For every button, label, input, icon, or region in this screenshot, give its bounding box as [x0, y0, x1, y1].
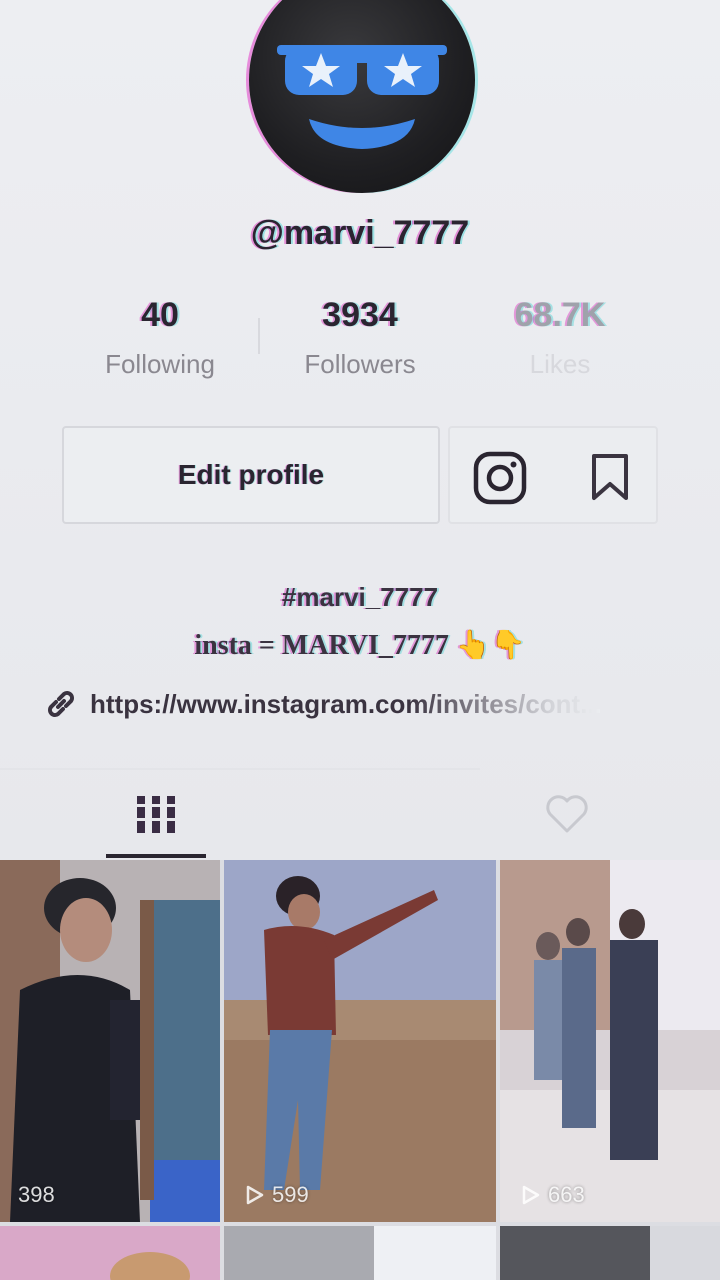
play-icon [522, 1185, 540, 1205]
bookmark-icon[interactable] [588, 452, 632, 502]
view-count: 599 [242, 1182, 309, 1208]
video-thumbnail-image [500, 1226, 720, 1280]
tab-videos[interactable] [106, 786, 206, 858]
view-count-value: 398 [18, 1182, 55, 1207]
video-thumbnail-image [0, 860, 220, 1222]
view-count: 663 [518, 1182, 585, 1208]
heart-icon [546, 795, 588, 833]
stat-following[interactable]: 40 Following [60, 296, 260, 380]
view-count-value: 663 [548, 1182, 585, 1207]
sunglasses-smiley-icon [277, 45, 447, 149]
link-icon [48, 691, 74, 717]
video-thumbnail-image [0, 1226, 220, 1280]
stat-followers[interactable]: 3934 Followers [260, 296, 460, 380]
video-thumbnail[interactable]: 398 [0, 860, 220, 1222]
stat-label: Following [105, 349, 215, 379]
profile-header: @marvi_7777 40 Following 3934 Followers … [0, 0, 720, 860]
bio-hashtag: #marvi_7777 [281, 582, 439, 612]
instagram-icon[interactable] [472, 450, 528, 506]
play-icon [246, 1185, 264, 1205]
profile-icon-actions [448, 426, 658, 524]
username: @marvi_7777 [250, 214, 470, 252]
grid-icon [137, 796, 175, 833]
video-thumbnail[interactable] [0, 1226, 220, 1280]
view-count-value: 599 [272, 1182, 309, 1207]
stat-value: 40 [141, 296, 179, 334]
edit-profile-button[interactable]: Edit profile [62, 426, 440, 524]
bio-link-text: https://www.instagram.com/invites/cont..… [90, 688, 602, 719]
video-thumbnail[interactable]: 599 [224, 860, 496, 1222]
tab-divider [0, 768, 480, 770]
avatar[interactable] [249, 0, 475, 193]
stat-value: 3934 [322, 296, 398, 334]
video-thumbnail[interactable] [224, 1226, 496, 1280]
video-grid: 398 599 663 [0, 860, 720, 1280]
video-thumbnail[interactable] [500, 1226, 720, 1280]
video-thumbnail[interactable]: 663 [500, 860, 720, 1222]
video-thumbnail-image [500, 860, 720, 1222]
video-thumbnail-image [224, 860, 496, 1222]
stat-label: Likes [529, 349, 591, 379]
bio-link[interactable]: https://www.instagram.com/invites/cont..… [44, 684, 684, 724]
view-count: 398 [18, 1182, 55, 1208]
stat-likes[interactable]: 68.7K Likes [460, 296, 660, 380]
tab-active-indicator [106, 854, 206, 858]
bio-text: insta = MARVI_7777 👆👇 [194, 630, 526, 661]
stat-label: Followers [304, 349, 416, 379]
video-thumbnail-image [224, 1226, 496, 1280]
tab-liked[interactable] [520, 786, 610, 858]
stat-value: 68.7K [514, 296, 606, 334]
